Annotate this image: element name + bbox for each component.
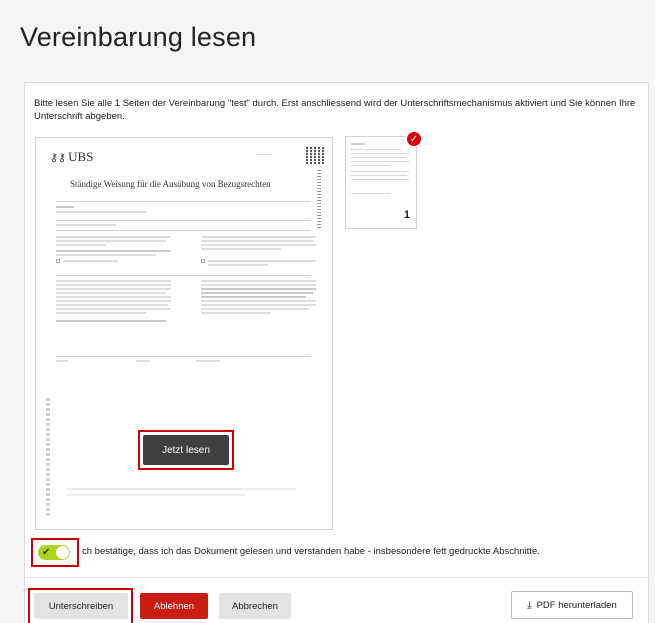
download-icon: ⤓ [527, 599, 532, 611]
text-line [201, 236, 316, 238]
check-icon: ✓ [406, 131, 422, 147]
thumbnail-page-number: 1 [403, 209, 410, 221]
side-marks [46, 396, 50, 516]
ubs-logo: ⚷⚷ UBS [50, 149, 93, 165]
text-line [351, 193, 391, 194]
text-line [351, 143, 365, 145]
text-line [56, 308, 171, 310]
divider [56, 275, 311, 276]
text-line [351, 161, 409, 162]
text-line [56, 211, 146, 213]
page-title: Vereinbarung lesen [20, 22, 257, 52]
document-heading: Ständige Weisung für die Ausübung von Be… [70, 179, 271, 189]
footer-divider [24, 577, 649, 578]
text-line [201, 292, 313, 294]
divider [56, 201, 311, 202]
divider [56, 230, 311, 231]
checkbox-mini [201, 259, 205, 263]
text-line [201, 304, 316, 306]
text-line [351, 153, 409, 154]
text-line [56, 280, 171, 282]
text-line [136, 360, 150, 362]
text-line [201, 300, 316, 302]
divider [56, 356, 311, 357]
text-line [66, 494, 246, 496]
intro-text: Bitte lesen Sie alle 1 Seiten der Verein… [34, 98, 636, 122]
confirm-toggle[interactable]: ✔ [38, 545, 70, 560]
qr-code-icon [306, 146, 324, 164]
text-line [56, 254, 156, 256]
text-line [56, 244, 106, 246]
sign-button[interactable]: Unterschreiben [34, 593, 128, 619]
document-page: ⚷⚷ UBS ———— Ständige Weisung für die Ausü… [36, 138, 332, 529]
text-line [56, 320, 166, 322]
text-line [201, 288, 316, 290]
text-line [351, 171, 409, 172]
checkbox-mini [56, 259, 60, 263]
text-line [56, 240, 166, 242]
toggle-knob [56, 546, 69, 559]
text-line [56, 224, 116, 226]
ubs-logo-text: UBS [68, 149, 94, 164]
text-line [56, 312, 146, 314]
text-line [208, 260, 316, 262]
barcode-icon [317, 168, 321, 228]
text-line [56, 360, 68, 362]
text-line [351, 165, 391, 166]
document-preview[interactable]: ⚷⚷ UBS ———— Ständige Weisung für die Ausü… [35, 137, 333, 530]
text-line [201, 248, 281, 250]
text-line [201, 284, 316, 286]
confirm-label: ch bestätige, dass ich das Dokument gele… [82, 546, 540, 557]
doc-header-label: ———— [256, 151, 272, 156]
ubs-keys-icon: ⚷⚷ [50, 152, 67, 164]
text-line [56, 250, 171, 252]
page-thumbnail[interactable]: 1 ✓ [345, 131, 422, 229]
text-line [201, 296, 306, 298]
text-line [56, 236, 171, 238]
pdf-download-button[interactable]: ⤓ PDF herunterladen [511, 591, 633, 619]
text-line [201, 308, 309, 310]
pdf-download-label: PDF herunterladen [536, 599, 617, 611]
text-line [56, 288, 171, 290]
text-line [201, 280, 316, 282]
decline-button[interactable]: Ablehnen [140, 593, 208, 619]
text-line [201, 312, 271, 314]
divider [56, 220, 311, 221]
text-line [56, 292, 166, 294]
text-line [56, 300, 171, 302]
text-line [201, 244, 316, 246]
text-line [56, 284, 171, 286]
text-line [201, 240, 313, 242]
checkmark-icon: ✔ [42, 547, 51, 558]
text-line [351, 179, 409, 180]
text-line [56, 304, 168, 306]
text-line [66, 488, 296, 490]
text-line [351, 157, 406, 158]
cancel-button[interactable]: Abbrechen [219, 593, 291, 619]
text-line [351, 175, 407, 176]
text-line [351, 149, 401, 150]
text-line [63, 260, 118, 262]
text-line [56, 206, 74, 208]
read-now-button[interactable]: Jetzt lesen [143, 435, 229, 465]
text-line [56, 296, 171, 298]
text-line [196, 360, 220, 362]
text-line [208, 264, 268, 266]
